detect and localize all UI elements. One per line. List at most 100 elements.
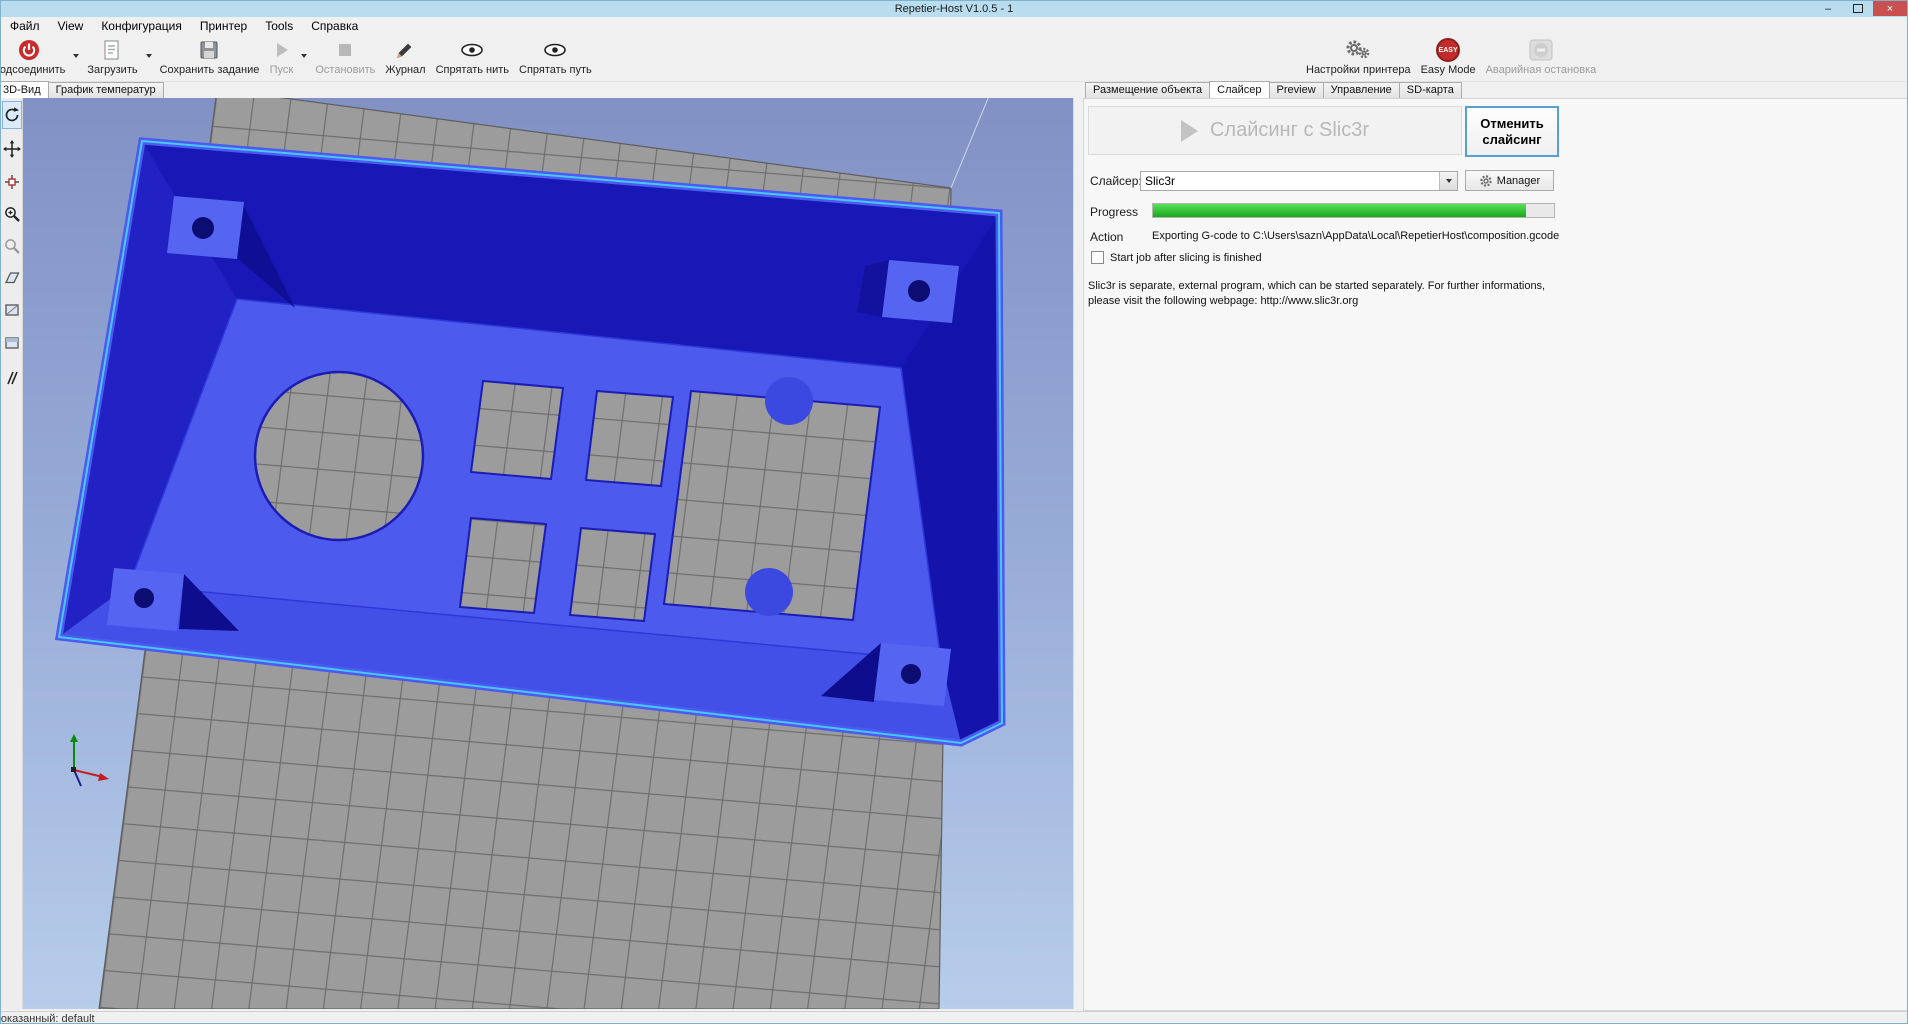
model-object[interactable] [59, 141, 1002, 743]
start-button[interactable]: Пуск [264, 34, 298, 78]
log-label: Журнал [385, 64, 425, 76]
easy-badge-icon: EASY [1436, 37, 1460, 63]
easy-mode-button[interactable]: EASY Easy Mode [1416, 34, 1481, 78]
application-window: Repetier-Host V1.0.5 - 1 – × Файл View К… [0, 0, 1908, 1024]
window-controls: – × [1813, 1, 1907, 16]
load-label: Загрузить [87, 64, 137, 76]
eye-icon [459, 37, 485, 63]
chevron-down-icon [301, 54, 307, 58]
close-button[interactable]: × [1873, 1, 1907, 16]
start-dropdown[interactable] [298, 34, 310, 78]
connect-label: Подсоединить [0, 64, 65, 76]
connect-button[interactable]: Подсоединить [0, 34, 70, 78]
slicer-select[interactable]: Slic3r [1140, 171, 1458, 191]
view-iso-button[interactable] [2, 264, 22, 292]
easy-mode-label: Easy Mode [1421, 64, 1476, 76]
tab-object-placement[interactable]: Размещение объекта [1085, 82, 1210, 98]
save-job-button[interactable]: Сохранить задание [155, 34, 265, 78]
tab-slicer[interactable]: Слайсер [1209, 81, 1269, 98]
menu-bar: Файл View Конфигурация Принтер Tools Спр… [1, 17, 1907, 34]
eye-icon [542, 37, 568, 63]
emergency-stop-label: Аварийная остановка [1486, 64, 1597, 76]
move-viewport-button[interactable] [2, 135, 22, 163]
start-job-checkbox[interactable] [1091, 251, 1104, 264]
tab-preview[interactable]: Preview [1269, 82, 1324, 98]
slicer-panel: Слайсинг с Slic3r Отменить слайсинг Слай… [1083, 98, 1908, 1011]
play-icon [1181, 120, 1198, 142]
view-top-button[interactable] [2, 329, 22, 357]
hide-filament-button[interactable]: Спрятать нить [431, 34, 514, 78]
view-tabstrip: 3D-Вид График температур [0, 81, 163, 98]
emergency-stop-icon [1528, 37, 1554, 63]
right-panel-tabstrip: Размещение объекта Слайсер Preview Управ… [1085, 81, 1461, 98]
panel-divider [1073, 98, 1083, 1009]
zoom-in-button[interactable] [2, 200, 22, 228]
3d-viewport[interactable] [23, 98, 1073, 1009]
chevron-down-icon [73, 54, 79, 58]
zoom-button[interactable] [2, 232, 22, 260]
move-object-button[interactable] [2, 168, 22, 196]
slice-button-label: Слайсинг с Slic3r [1210, 119, 1369, 142]
tab-temperature-graph[interactable]: График температур [48, 82, 164, 98]
maximize-icon [1853, 4, 1863, 13]
move-viewport-icon [3, 140, 21, 158]
main-toolbar: Подсоединить Загрузить Сохранить задание… [1, 34, 1907, 82]
hide-travel-button[interactable]: Спрятать путь [514, 34, 597, 78]
menu-tools[interactable]: Tools [256, 17, 302, 34]
maximize-button[interactable] [1843, 1, 1873, 16]
cross-section-button[interactable] [2, 364, 22, 392]
hide-travel-label: Спрятать путь [519, 64, 592, 76]
log-button[interactable]: Журнал [380, 34, 430, 78]
minimize-button[interactable]: – [1813, 1, 1843, 16]
menu-help[interactable]: Справка [302, 17, 367, 34]
connect-dropdown[interactable] [70, 34, 82, 78]
status-bar: Показанный: default [1, 1011, 1907, 1024]
title-bar[interactable]: Repetier-Host V1.0.5 - 1 [1, 1, 1907, 17]
pencil-icon [393, 37, 417, 63]
emergency-stop-button[interactable]: Аварийная остановка [1481, 34, 1602, 78]
menu-file[interactable]: Файл [1, 17, 49, 34]
view-iso-icon [3, 269, 21, 287]
rotate-tool-button[interactable] [2, 101, 22, 129]
zoom-icon [3, 237, 21, 255]
action-text: Exporting G-code to C:\Users\sazn\AppDat… [1152, 230, 1559, 242]
rotate-icon [3, 106, 21, 124]
menu-printer[interactable]: Принтер [191, 17, 256, 34]
chevron-down-icon [146, 54, 152, 58]
cancel-slicing-label: Отменить слайсинг [1467, 116, 1557, 147]
tab-3d-view[interactable]: 3D-Вид [0, 81, 49, 98]
load-button[interactable]: Загрузить [82, 34, 142, 78]
zoom-in-icon [3, 205, 21, 223]
slice-with-slic3r-button[interactable]: Слайсинг с Slic3r [1088, 106, 1462, 155]
combo-arrow[interactable] [1439, 172, 1457, 190]
slicer-select-value: Slic3r [1141, 174, 1439, 188]
printer-settings-button[interactable]: Настройки принтера [1301, 34, 1416, 78]
stop-button[interactable]: Остановить [310, 34, 380, 78]
window-title: Repetier-Host V1.0.5 - 1 [895, 3, 1014, 15]
stop-label: Остановить [315, 64, 375, 76]
view-front-button[interactable] [2, 296, 22, 324]
document-icon [100, 37, 124, 63]
status-text: Показанный: default [1, 1013, 95, 1024]
load-dropdown[interactable] [143, 34, 155, 78]
tab-manual-control[interactable]: Управление [1323, 82, 1400, 98]
gear-icon [1479, 174, 1493, 188]
printer-settings-label: Настройки принтера [1306, 64, 1411, 76]
menu-view[interactable]: View [49, 17, 93, 34]
progress-bar [1152, 203, 1555, 218]
menu-config[interactable]: Конфигурация [92, 17, 191, 34]
save-job-label: Сохранить задание [160, 64, 260, 76]
stop-icon [333, 37, 357, 63]
view-top-icon [3, 334, 21, 352]
manager-button[interactable]: Manager [1465, 170, 1554, 191]
start-job-checkbox-label: Start job after slicing is finished [1110, 252, 1262, 264]
start-label: Пуск [270, 64, 294, 76]
hide-filament-label: Спрятать нить [436, 64, 509, 76]
action-label: Action [1090, 230, 1123, 244]
start-job-checkbox-row: Start job after slicing is finished [1091, 251, 1262, 264]
tab-sd-card[interactable]: SD-карта [1399, 82, 1462, 98]
gears-icon [1344, 37, 1372, 63]
play-icon [269, 37, 293, 63]
cancel-slicing-button[interactable]: Отменить слайсинг [1465, 106, 1559, 157]
toolbar-right-group: Настройки принтера EASY Easy Mode Аварий… [1301, 34, 1601, 78]
